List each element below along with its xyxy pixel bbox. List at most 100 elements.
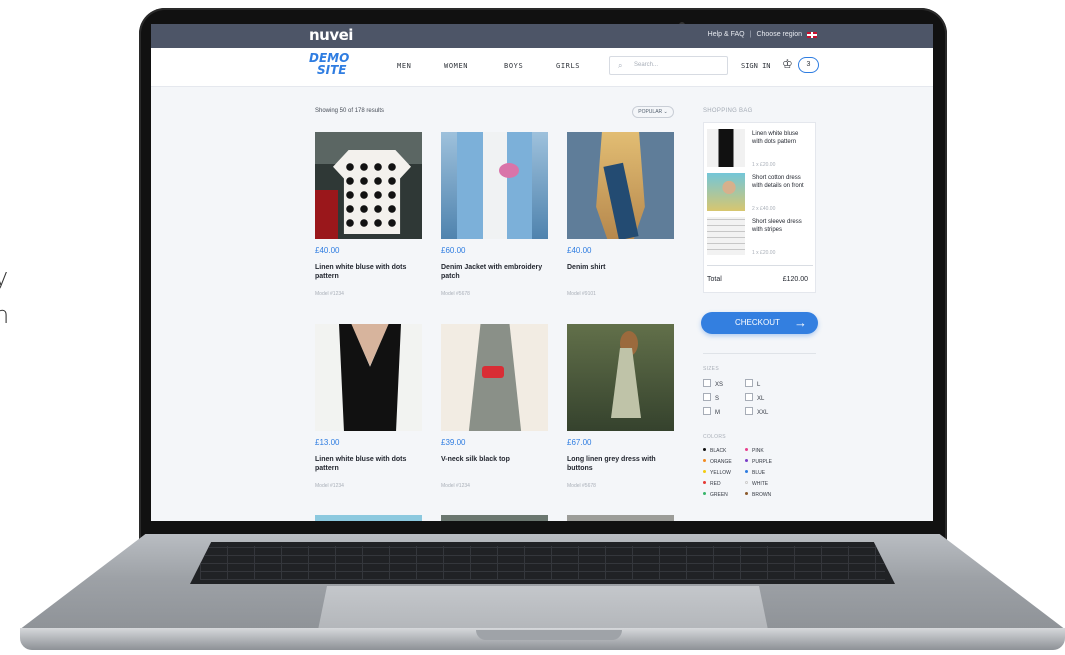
product-price: £67.00 bbox=[567, 438, 592, 447]
bag-item[interactable]: Short cotton dress with details on front… bbox=[707, 173, 813, 215]
shopping-bag-icon[interactable]: ♔ bbox=[782, 57, 793, 71]
next-product-image-peek[interactable] bbox=[567, 515, 674, 521]
bag-item[interactable]: Short sleeve dress with stripes 1 x £20.… bbox=[707, 217, 813, 259]
product-image[interactable] bbox=[567, 132, 674, 239]
total-value: £120.00 bbox=[782, 276, 808, 283]
size-option-m[interactable]: M bbox=[703, 407, 720, 416]
side-text-line-1: y bbox=[0, 263, 9, 291]
color-option-orange[interactable]: ORANGE bbox=[703, 459, 732, 465]
size-label: XXL bbox=[757, 410, 769, 416]
checkbox-icon[interactable] bbox=[745, 393, 753, 401]
size-label: S bbox=[715, 396, 720, 402]
size-option-s[interactable]: S bbox=[703, 393, 719, 402]
product-card[interactable]: £67.00 Long linen grey dress with button… bbox=[567, 324, 674, 500]
color-option-yellow[interactable]: YELLOW bbox=[703, 470, 731, 476]
product-image[interactable] bbox=[441, 132, 548, 239]
product-card[interactable]: £13.00 Linen white bluse with dots patte… bbox=[315, 324, 422, 500]
bag-count-badge[interactable]: 3 bbox=[798, 57, 819, 73]
product-price: £13.00 bbox=[315, 438, 340, 447]
product-card[interactable]: £60.00 Denim Jacket with embroidery patc… bbox=[441, 132, 548, 308]
bag-item-image[interactable] bbox=[707, 129, 745, 167]
bag-item-price: 1 x £20.00 bbox=[752, 250, 776, 256]
next-product-image-peek[interactable] bbox=[441, 515, 548, 521]
search-input[interactable]: ⌕ Search... bbox=[609, 56, 728, 75]
sort-dropdown[interactable]: POPULAR ⌄ bbox=[632, 106, 674, 118]
product-card[interactable]: £39.00 V-neck silk black top Model #1234 bbox=[441, 324, 548, 500]
search-icon: ⌕ bbox=[618, 61, 623, 70]
bag-item-image[interactable] bbox=[707, 217, 745, 255]
bag-item-image[interactable] bbox=[707, 173, 745, 211]
total-divider bbox=[707, 265, 813, 266]
trackpad bbox=[318, 586, 768, 630]
colors-title: COLORS bbox=[703, 434, 726, 440]
product-image[interactable] bbox=[441, 324, 548, 431]
color-option-green[interactable]: GREEN bbox=[703, 492, 728, 498]
product-model: Model #9101 bbox=[567, 291, 596, 297]
nav-boys[interactable]: BOYS bbox=[504, 62, 523, 70]
color-option-brown[interactable]: BROWN bbox=[745, 492, 771, 498]
brown-dot-icon bbox=[745, 492, 748, 495]
color-label: BLUE bbox=[752, 470, 766, 476]
next-product-image-peek[interactable] bbox=[315, 515, 422, 521]
product-image[interactable] bbox=[315, 132, 422, 239]
results-count: Showing 50 of 178 results bbox=[315, 108, 385, 114]
product-name[interactable]: Linen white bluse with dots pattern bbox=[315, 263, 425, 281]
shopping-bag-title: SHOPPING BAG bbox=[703, 108, 753, 114]
color-option-black[interactable]: BLACK bbox=[703, 448, 726, 454]
orange-dot-icon bbox=[703, 459, 706, 462]
checkbox-icon[interactable] bbox=[703, 407, 711, 415]
product-image[interactable] bbox=[567, 324, 674, 431]
product-model: Model #5678 bbox=[567, 483, 596, 489]
bag-item-name[interactable]: Linen white bluse with dots pattern bbox=[752, 131, 810, 146]
checkbox-icon[interactable] bbox=[745, 379, 753, 387]
search-placeholder: Search... bbox=[634, 62, 659, 68]
product-image[interactable] bbox=[315, 324, 422, 431]
checkbox-icon[interactable] bbox=[745, 407, 753, 415]
product-card[interactable]: £40.00 Linen white bluse with dots patte… bbox=[315, 132, 422, 308]
demo-site-logo[interactable]: DEMO SITE bbox=[309, 52, 349, 76]
color-label: BLACK bbox=[710, 448, 727, 454]
color-option-blue[interactable]: BLUE bbox=[745, 470, 765, 476]
arrow-right-icon: → bbox=[794, 315, 807, 330]
nav-women[interactable]: WOMEN bbox=[444, 62, 468, 70]
product-name[interactable]: Denim Jacket with embroidery patch bbox=[441, 263, 551, 281]
product-name[interactable]: V-neck silk black top bbox=[441, 455, 551, 464]
color-label: BROWN bbox=[752, 492, 772, 498]
bag-item-name[interactable]: Short cotton dress with details on front bbox=[752, 175, 810, 190]
choose-region-link[interactable]: Choose region bbox=[756, 31, 802, 38]
product-price: £60.00 bbox=[441, 246, 466, 255]
color-option-red[interactable]: RED bbox=[703, 481, 721, 487]
bag-item-name[interactable]: Short sleeve dress with stripes bbox=[752, 219, 810, 234]
color-label: ORANGE bbox=[710, 459, 732, 465]
color-label: RED bbox=[710, 481, 721, 487]
size-option-l[interactable]: L bbox=[745, 379, 760, 388]
color-option-purple[interactable]: PURPLE bbox=[745, 459, 772, 465]
color-option-pink[interactable]: PINK bbox=[745, 448, 764, 454]
laptop-mockup: y n nuvei Help & FAQ | Choose region DEM… bbox=[0, 0, 1065, 655]
size-option-xs[interactable]: XS bbox=[703, 379, 723, 388]
brand-top-bar: nuvei Help & FAQ | Choose region bbox=[151, 24, 933, 48]
checkout-button[interactable]: CHECKOUT → bbox=[701, 312, 818, 334]
product-name[interactable]: Denim shirt bbox=[567, 263, 677, 272]
nav-men[interactable]: MEN bbox=[397, 62, 411, 70]
product-name[interactable]: Long linen grey dress with buttons bbox=[567, 455, 677, 473]
product-card[interactable]: £40.00 Denim shirt Model #9101 bbox=[567, 132, 674, 308]
checkbox-icon[interactable] bbox=[703, 379, 711, 387]
bag-item-price: 2 x £40.00 bbox=[752, 206, 776, 212]
nav-girls[interactable]: GIRLS bbox=[556, 62, 580, 70]
bag-item[interactable]: Linen white bluse with dots pattern 1 x … bbox=[707, 129, 813, 171]
color-label: PINK bbox=[752, 448, 764, 454]
color-label: YELLOW bbox=[710, 470, 731, 476]
top-links: Help & FAQ | Choose region bbox=[708, 31, 817, 38]
sign-in-link[interactable]: SIGN IN bbox=[741, 62, 771, 70]
size-option-xxl[interactable]: XXL bbox=[745, 407, 768, 416]
help-link[interactable]: Help & FAQ bbox=[708, 31, 745, 38]
color-option-white[interactable]: WHITE bbox=[745, 481, 768, 487]
product-price: £40.00 bbox=[315, 246, 340, 255]
uk-flag-icon[interactable] bbox=[807, 31, 817, 38]
size-label: XL bbox=[757, 396, 765, 402]
product-name[interactable]: Linen white bluse with dots pattern bbox=[315, 455, 425, 473]
product-price: £40.00 bbox=[567, 246, 592, 255]
size-option-xl[interactable]: XL bbox=[745, 393, 764, 402]
checkbox-icon[interactable] bbox=[703, 393, 711, 401]
